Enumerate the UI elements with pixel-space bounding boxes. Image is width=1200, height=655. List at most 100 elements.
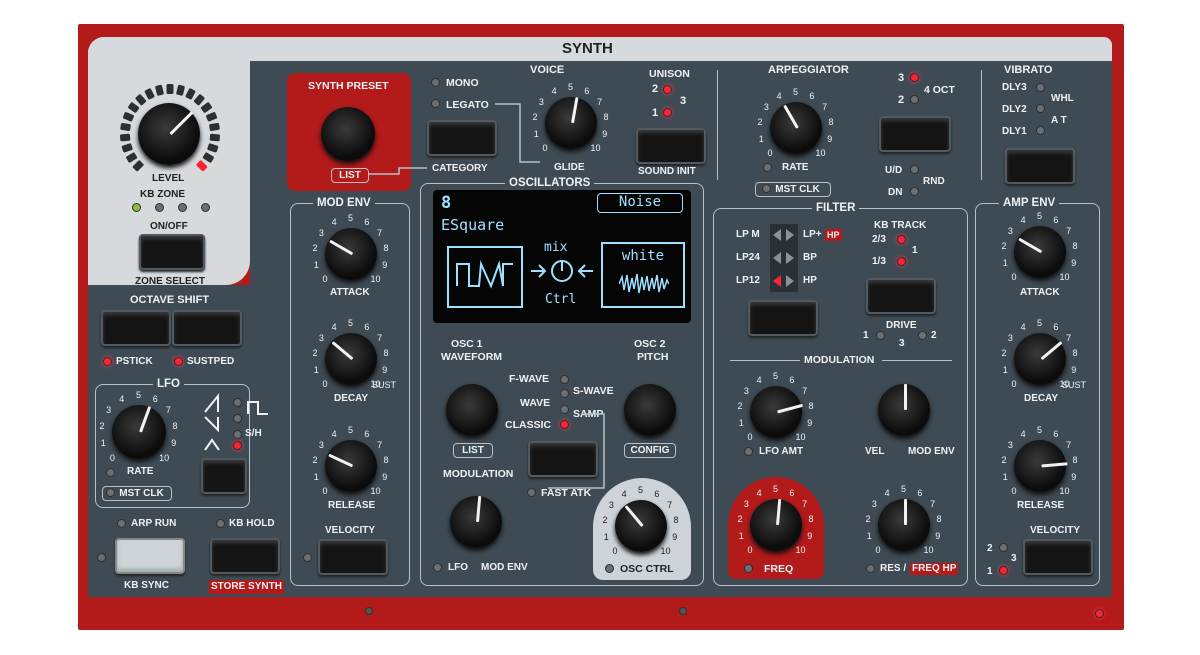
knob-scale-digit: 9 (672, 532, 678, 543)
level-ring-segment (207, 143, 219, 153)
knob-scale-digit: 6 (1053, 321, 1059, 332)
knob-scale-digit: 6 (789, 374, 795, 385)
amp-velocity-button[interactable] (1023, 539, 1093, 575)
knob-scale-digit: 5 (348, 425, 354, 435)
octave-up-button[interactable] (172, 310, 242, 346)
arp-octave-button[interactable] (879, 116, 951, 152)
amp-attack-knob[interactable] (1014, 226, 1066, 278)
zone-select-button[interactable] (139, 234, 205, 270)
osc-list-button[interactable]: LIST (453, 443, 493, 458)
kb-track-button[interactable] (866, 278, 936, 314)
level-ring-segment (200, 102, 212, 113)
level-knob-cap[interactable] (138, 103, 200, 165)
synth-preset-knob[interactable] (321, 107, 375, 161)
amp-release-knob[interactable] (1014, 440, 1068, 492)
vib-at-label: A T (1051, 115, 1067, 126)
arp-mst-clk-label: MST CLK (775, 184, 820, 195)
amp-vel-1-led (999, 566, 1008, 575)
knob-scale-digit: 2 (312, 455, 318, 466)
oscillators-title: OSCILLATORS (505, 177, 595, 189)
unison-2-led (663, 85, 672, 94)
knob-scale-digit: 6 (364, 216, 370, 227)
amp-decay-knob[interactable] (1014, 333, 1066, 385)
knob-scale-digit: 4 (331, 216, 337, 227)
kb-13-label: 1/3 (872, 256, 886, 267)
freq-led (744, 564, 753, 573)
arp-run-button[interactable] (115, 538, 185, 574)
level-ring-segment (126, 152, 138, 163)
knob-scale-digit: 6 (917, 487, 923, 498)
knob-scale-digit: 6 (152, 394, 158, 405)
knob-scale-digit: 5 (348, 318, 354, 328)
arp-mst-clk-button[interactable]: MST CLK (755, 182, 831, 197)
arp-rate-knob[interactable] (770, 102, 822, 154)
unison-1-label: 1 (652, 107, 659, 119)
knob-scale-digit: 2 (1001, 241, 1007, 252)
osc-lfo-led (433, 563, 442, 572)
knob-scale-digit: 7 (1066, 225, 1072, 236)
mod-attack-knob[interactable] (325, 228, 377, 280)
osc1-waveform-knob[interactable] (446, 384, 498, 436)
pstick-label: PSTICK (116, 356, 153, 367)
filter-bp-label: BP (803, 252, 817, 263)
kb-hold-button[interactable] (210, 538, 280, 574)
knob-scale-digit: 5 (136, 390, 142, 400)
filter-lfo-amt-knob[interactable] (750, 386, 804, 438)
osc-modulation-knob[interactable] (450, 495, 502, 548)
knob-scale-digit: 1 (313, 365, 319, 376)
lfo-mst-clk-button[interactable]: MST CLK (102, 486, 172, 501)
knob-scale-digit: 3 (318, 332, 324, 343)
knob-scale-digit: 6 (1053, 214, 1059, 225)
knob-scale-digit: 7 (930, 498, 936, 509)
filter-arrow-right-3 (786, 275, 794, 287)
level-knob[interactable] (116, 83, 224, 181)
filter-arrow-right-2 (786, 252, 794, 264)
mod-release-knob[interactable] (325, 440, 377, 492)
knob-scale-digit: 9 (1071, 365, 1077, 376)
vib-dly2-label: DLY2 (1002, 104, 1027, 115)
sound-init-button[interactable] (636, 128, 706, 164)
mod-decay-knob[interactable] (325, 333, 377, 385)
knob-scale-digit: 10 (1059, 272, 1070, 283)
knob-scale-digit: 7 (377, 439, 383, 450)
mod-velocity-label: VELOCITY (325, 525, 376, 536)
preset-list-button[interactable]: LIST (331, 168, 369, 183)
header-title: SYNTH (562, 40, 613, 57)
screw-1 (365, 607, 373, 615)
filter-res-knob[interactable] (878, 499, 930, 551)
knob-scale-digit: 6 (584, 85, 590, 96)
osc-ctrl-knob[interactable] (615, 500, 667, 552)
osc2-pitch-knob[interactable] (624, 384, 676, 436)
store-synth-label[interactable]: STORE SYNTH (209, 580, 284, 594)
filter-title: FILTER (812, 202, 860, 214)
mod-velocity-button[interactable] (318, 539, 388, 575)
divider-2 (981, 70, 982, 180)
category-button[interactable] (427, 120, 497, 156)
fwave-led (560, 375, 569, 384)
lfo-rate-knob[interactable] (112, 405, 166, 459)
swave-label: S-WAVE (573, 385, 614, 397)
knob-scale-digit: 7 (597, 96, 603, 107)
kb-hold-led (216, 519, 225, 528)
osc-config-button[interactable]: CONFIG (624, 443, 676, 458)
knob-scale-digit: 10 (795, 545, 806, 556)
filter-vel-label: VEL (865, 446, 885, 457)
knob-scale-digit: 6 (364, 428, 370, 439)
level-ring-segment (144, 88, 155, 100)
knob-scale-digit: 1 (866, 531, 872, 542)
octave-down-button[interactable] (101, 310, 171, 346)
knob-scale-digit: 3 (538, 96, 544, 107)
filter-type-button[interactable] (748, 300, 818, 336)
osc1-waveform-label: WAVEFORM (441, 351, 503, 363)
lfo-wave-button[interactable] (201, 458, 247, 494)
knob-scale-digit: 10 (1059, 379, 1070, 390)
lfo-wave-led-1 (233, 398, 242, 407)
drive-2-label: 2 (931, 330, 937, 341)
knob-scale-digit: 10 (370, 486, 381, 497)
knob-scale-digit: 8 (936, 514, 942, 525)
vibrato-button[interactable] (1005, 148, 1075, 184)
glide-knob[interactable] (545, 97, 597, 149)
filter-freq-knob[interactable] (750, 498, 802, 551)
knob-scale-digit: 10 (159, 453, 170, 464)
filter-vel-knob[interactable] (878, 384, 930, 436)
